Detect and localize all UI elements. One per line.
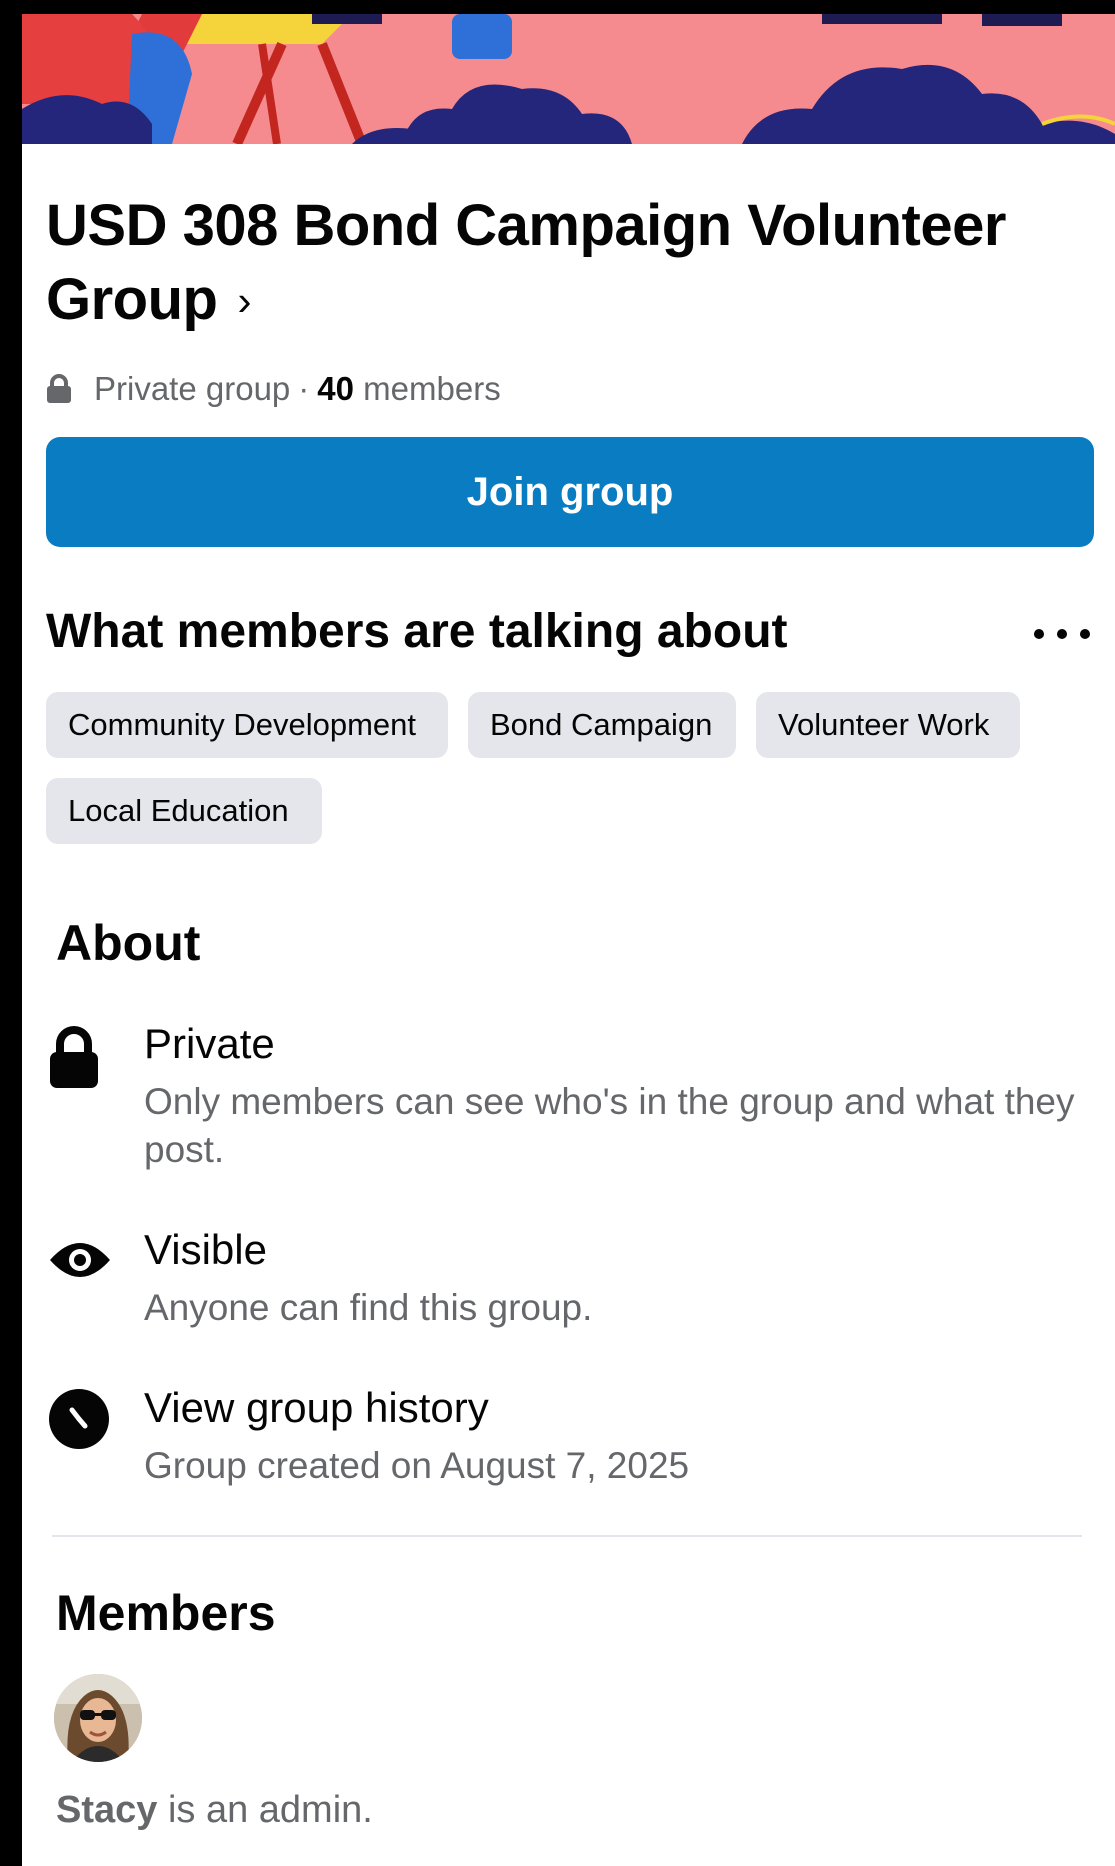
about-item-description: Only members can see who's in the group … — [144, 1081, 1075, 1170]
group-title[interactable]: USD 308 Bond Campaign Volunteer Group › — [46, 189, 1086, 342]
screen-frame: USD 308 Bond Campaign Volunteer Group › P… — [0, 0, 1115, 1866]
about-item-private: Private Only members can see who's in th… — [22, 1020, 1115, 1170]
section-divider — [52, 1535, 1082, 1537]
topics-heading: What members are talking about — [46, 605, 788, 658]
cover-illustration — [22, 14, 1115, 144]
about-item-visible: Visible Anyone can find this group. — [22, 1226, 1115, 1336]
dot — [1080, 629, 1090, 639]
admin-note: Stacy is an admin. — [56, 1789, 373, 1832]
more-options-icon[interactable] — [1034, 614, 1090, 654]
members-heading: Members — [56, 1585, 276, 1641]
about-item-title: Private — [144, 1020, 275, 1067]
member-count: 40 — [317, 370, 354, 407]
avatar-photo — [54, 1674, 142, 1762]
admin-suffix: is an admin. — [157, 1789, 373, 1831]
topic-chip[interactable]: Volunteer Work — [756, 692, 1020, 758]
admin-name[interactable]: Stacy — [56, 1789, 157, 1831]
dot — [1057, 629, 1067, 639]
cover-photo[interactable] — [22, 14, 1115, 144]
group-about-page: USD 308 Bond Campaign Volunteer Group › P… — [22, 14, 1115, 1866]
clock-icon — [49, 1389, 109, 1449]
about-item-title[interactable]: View group history — [144, 1384, 489, 1432]
join-group-button[interactable]: Join group — [46, 437, 1094, 547]
about-item-title: Visible — [144, 1226, 267, 1273]
group-meta: Private group · 40 members — [46, 370, 501, 408]
about-item-history[interactable]: View group history Group created on Augu… — [22, 1384, 1115, 1494]
about-item-description: Group created on August 7, 2025 — [144, 1445, 690, 1486]
avatar[interactable] — [54, 1674, 142, 1762]
lock-icon — [47, 374, 71, 403]
eye-icon — [50, 1243, 110, 1277]
dot — [1034, 629, 1044, 639]
topic-chip[interactable]: Community Development — [46, 692, 448, 758]
lock-icon — [50, 1026, 98, 1088]
topic-chip[interactable]: Bond Campaign — [468, 692, 736, 758]
group-title-text: USD 308 Bond Campaign Volunteer Group — [46, 193, 1006, 332]
about-heading: About — [56, 915, 201, 971]
privacy-label: Private group — [94, 370, 291, 407]
topic-chip[interactable]: Local Education — [46, 778, 322, 844]
about-item-description: Anyone can find this group. — [144, 1287, 593, 1328]
meta-separator: · — [298, 370, 310, 407]
member-word[interactable]: members — [363, 370, 501, 408]
chevron-right-icon: › — [237, 277, 251, 324]
